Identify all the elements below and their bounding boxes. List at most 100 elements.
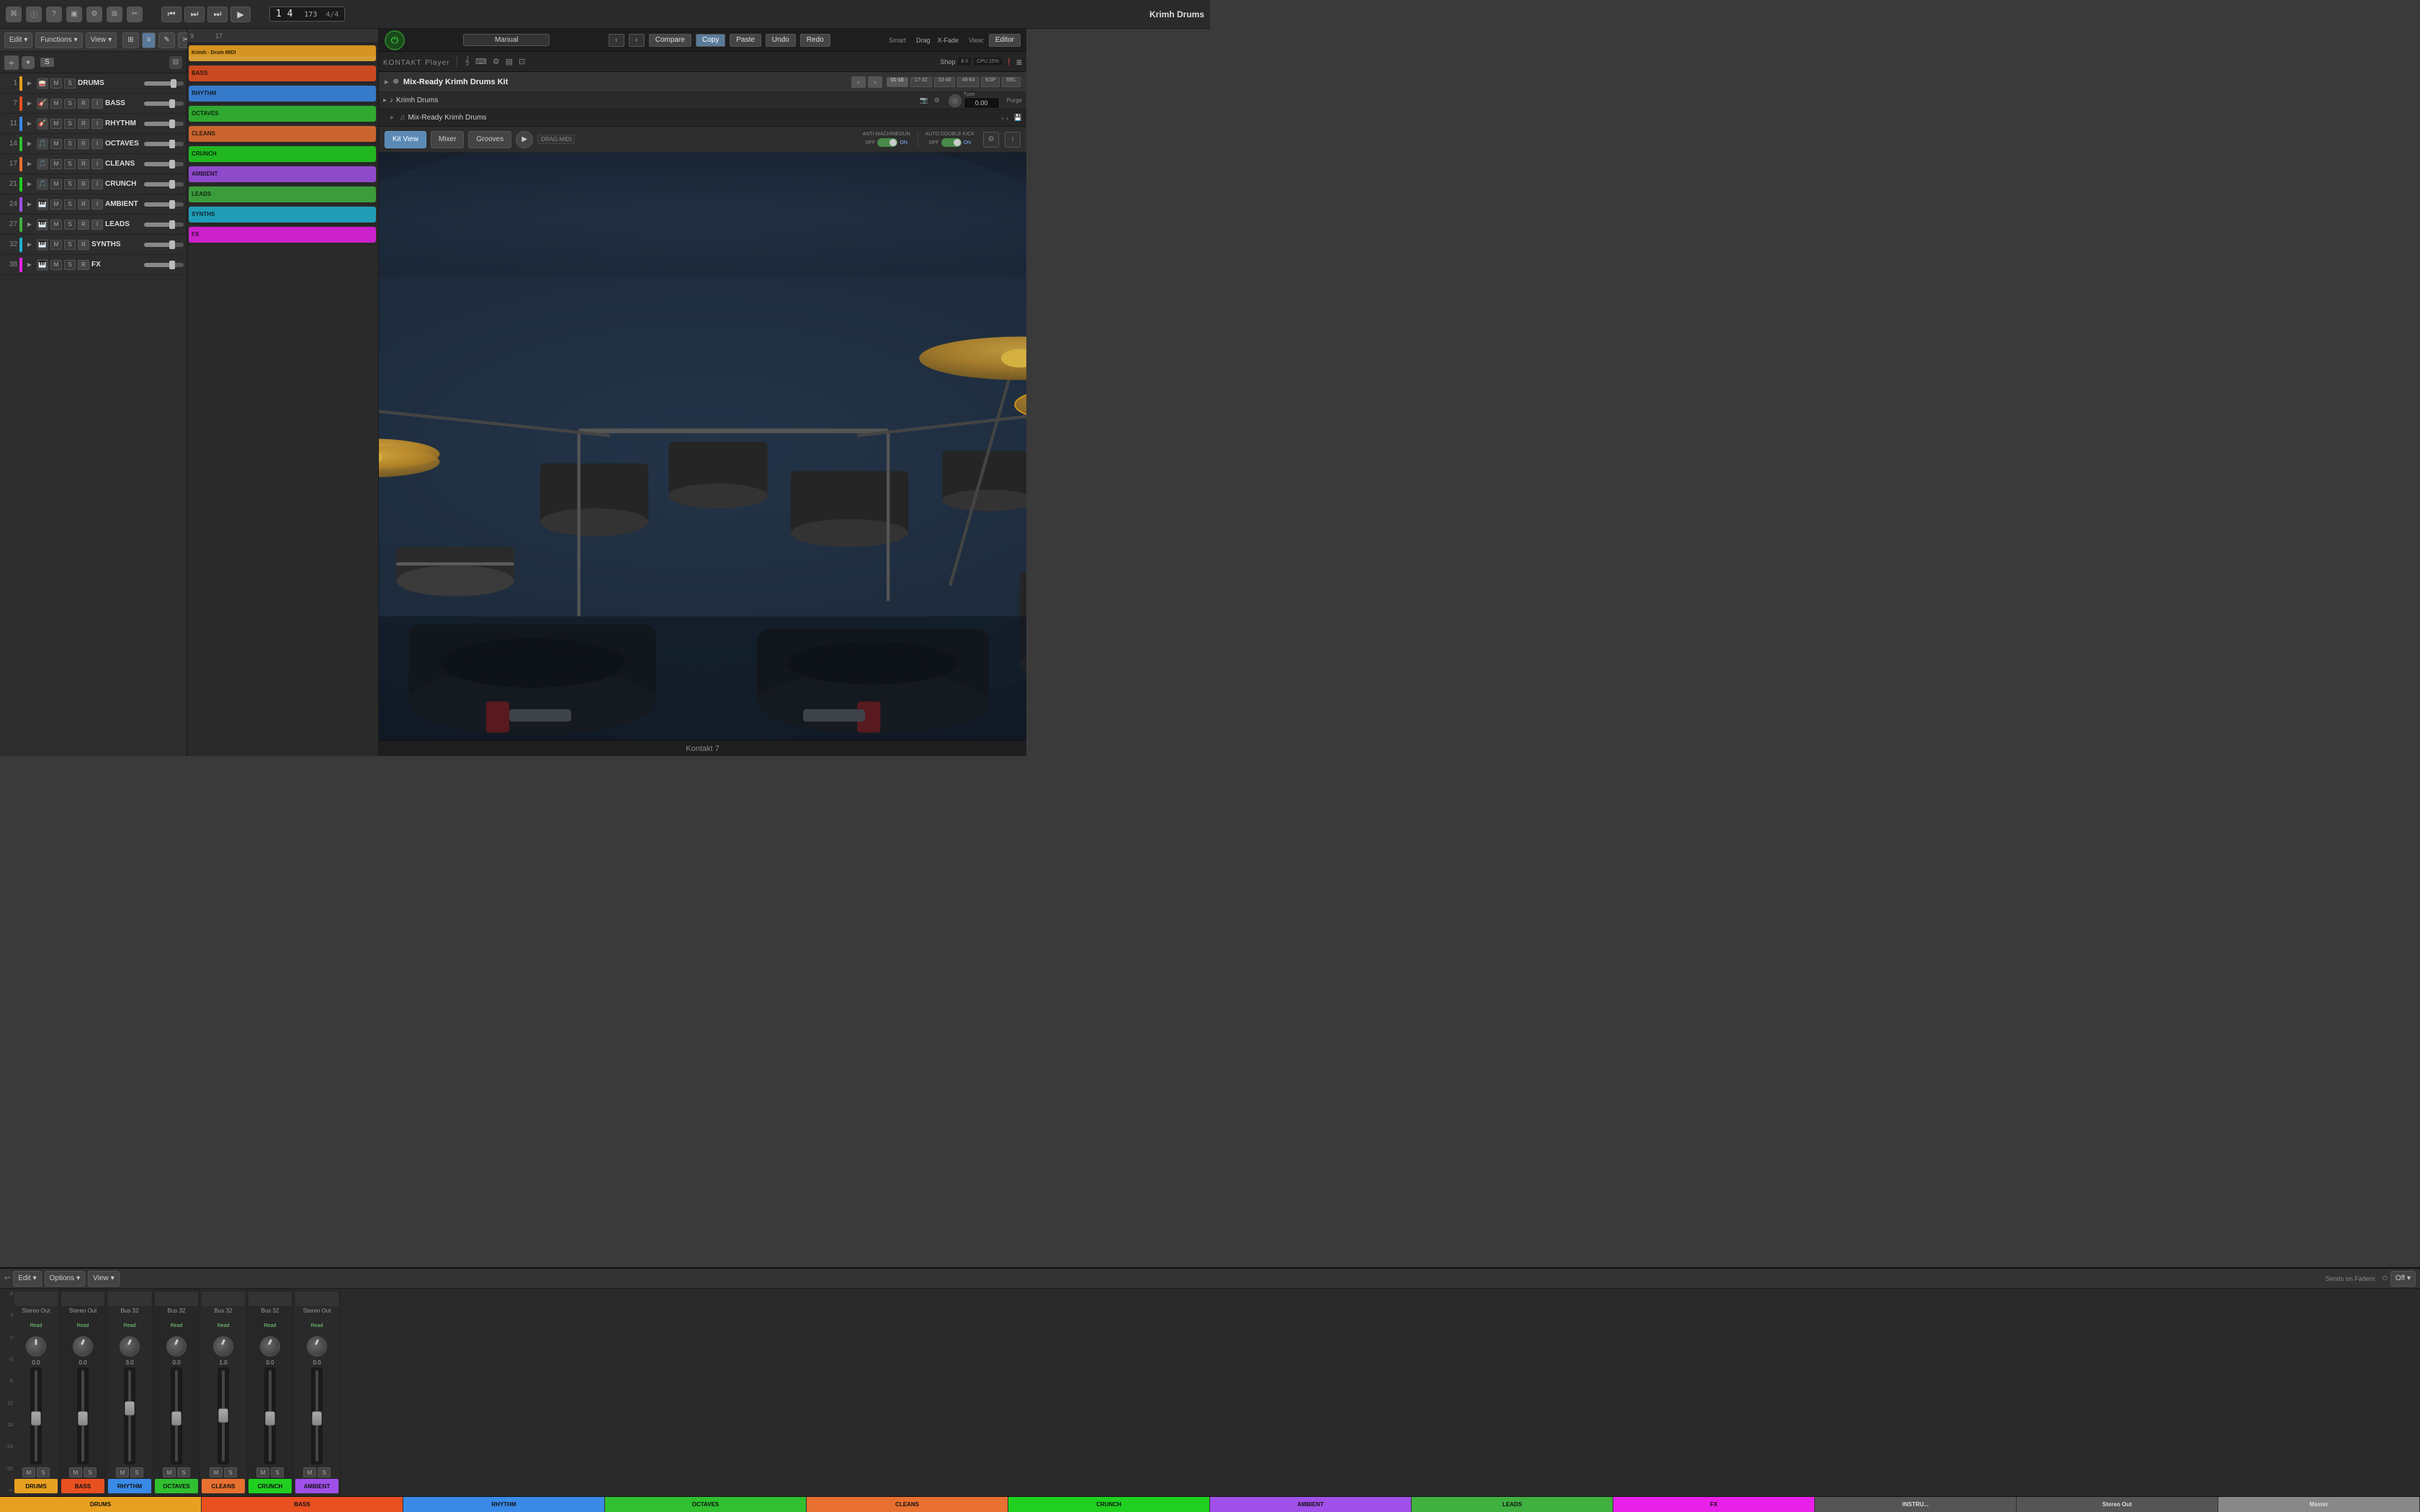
power-button[interactable]: ⏻ (385, 30, 405, 50)
bottom-label[interactable]: AMBIENT (1210, 1497, 1412, 1512)
track-fader[interactable] (144, 243, 184, 247)
edit-menu[interactable]: Edit ▾ (4, 32, 32, 48)
sub-save-btn[interactable]: 💾 (1014, 114, 1022, 122)
channel-fader[interactable] (77, 1367, 89, 1464)
channel-pan-knob[interactable] (120, 1336, 140, 1356)
track-row[interactable]: 27 ▶ 🎹 M S R I LEADS (0, 215, 187, 235)
channel-pan-knob[interactable] (26, 1336, 46, 1356)
track-input-btn[interactable]: I (91, 139, 103, 149)
sub-prev-btn[interactable]: ‹ (1002, 114, 1004, 122)
sends-power-btn[interactable]: ⏻ (2383, 1274, 2388, 1282)
channel-pan-knob[interactable] (213, 1336, 233, 1356)
channel-s-btn[interactable]: S (318, 1467, 331, 1477)
track-record-btn[interactable]: R (78, 260, 89, 270)
mixer-edit-menu[interactable]: Edit ▾ (13, 1271, 41, 1287)
track-solo-btn[interactable]: S (64, 99, 76, 109)
track-mute-btn[interactable]: M (50, 99, 62, 109)
channel-pan-knob[interactable] (307, 1336, 327, 1356)
nav-back-button[interactable]: ‹ (609, 34, 624, 47)
track-fader[interactable] (144, 222, 184, 227)
tune-knob[interactable] (949, 94, 962, 107)
track-solo-btn[interactable]: S (64, 159, 76, 169)
clip[interactable]: CRUNCH (189, 146, 376, 162)
auto-double-kick-toggle[interactable] (941, 138, 962, 147)
record-icon[interactable]: ● (22, 56, 35, 69)
channel-m-btn[interactable]: M (256, 1467, 269, 1477)
range-tab-rel[interactable]: REL (1002, 77, 1021, 87)
anti-machinegun-toggle[interactable] (877, 138, 897, 147)
track-fader[interactable] (144, 81, 184, 86)
track-fader[interactable] (144, 102, 184, 106)
menu-icon[interactable]: ≡ (1016, 56, 1022, 68)
track-row[interactable]: 38 ▶ 🎹 M S R FX (0, 255, 187, 275)
channel-fader[interactable] (30, 1367, 42, 1464)
track-mute-btn[interactable]: M (50, 220, 62, 230)
copy-button[interactable]: Copy (696, 34, 725, 47)
grooves-button[interactable]: Grooves (468, 131, 511, 148)
channel-m-btn[interactable]: M (303, 1467, 316, 1477)
clip[interactable]: RHYTHM (189, 86, 376, 102)
help-icon[interactable]: ? (46, 6, 62, 22)
track-expand-btn[interactable]: ▶ (24, 159, 35, 169)
bottom-label[interactable]: Stereo Out (2017, 1497, 2218, 1512)
channel-m-btn[interactable]: M (116, 1467, 129, 1477)
track-solo-btn[interactable]: S (64, 220, 76, 230)
track-record-btn[interactable]: R (78, 199, 89, 210)
mode-selector[interactable]: Manual (463, 34, 550, 46)
range-tab-ksp[interactable]: KSP (981, 77, 1000, 87)
track-record-btn[interactable]: R (78, 240, 89, 250)
track-fader[interactable] (144, 122, 184, 126)
track-expand-btn[interactable]: ▶ (24, 119, 35, 129)
rewind-button[interactable]: ⏮ (161, 6, 182, 22)
list-view-btn[interactable]: ≡ (142, 32, 156, 48)
channel-pan-knob[interactable] (260, 1336, 280, 1356)
track-expand-btn[interactable]: ▶ (24, 199, 35, 210)
settings-icon[interactable]: ⚙ (86, 6, 102, 22)
channel-m-btn[interactable]: M (210, 1467, 223, 1477)
kit-view-button[interactable]: Kit View (385, 131, 426, 148)
mixer-view-menu[interactable]: View ▾ (88, 1271, 120, 1287)
bottom-label[interactable]: CLEANS (807, 1497, 1008, 1512)
settings-btn2[interactable]: ⚙ (934, 96, 940, 104)
channel-auto[interactable]: Read (264, 1323, 277, 1333)
apple-icon[interactable]: ⌘ (6, 6, 22, 22)
track-expand-btn[interactable]: ▶ (24, 260, 35, 270)
channel-s-btn[interactable]: S (271, 1467, 284, 1477)
channel-fader[interactable] (171, 1367, 182, 1464)
range-tab-01-16[interactable]: 01-16 (887, 77, 908, 87)
solo-mode[interactable]: S (40, 58, 54, 67)
track-row[interactable]: 1 ▶ 🥁 M S DRUMS (0, 73, 187, 94)
channel-pan-knob[interactable] (166, 1336, 187, 1356)
track-row[interactable]: 11 ▶ 🎸 M S R I RHYTHM (0, 114, 187, 134)
track-solo-btn[interactable]: S (64, 78, 76, 89)
track-fader[interactable] (144, 202, 184, 207)
clip[interactable]: Krimh - Drum MIDI (189, 45, 376, 61)
camera-icon[interactable]: 📷 (920, 96, 928, 104)
track-solo-btn[interactable]: S (64, 240, 76, 250)
track-expand-btn[interactable]: ▶ (24, 139, 35, 149)
functions-menu[interactable]: Functions ▾ (35, 32, 82, 48)
channel-s-btn[interactable]: S (84, 1467, 97, 1477)
channel-pan-knob[interactable] (73, 1336, 93, 1356)
track-fader[interactable] (144, 142, 184, 146)
bottom-label[interactable]: FX (1613, 1497, 1815, 1512)
range-tab-49-64[interactable]: 49-64 (957, 77, 979, 87)
go-back-icon[interactable]: ↩ (4, 1274, 10, 1282)
channel-s-btn[interactable]: S (130, 1467, 143, 1477)
channel-m-btn[interactable]: M (22, 1467, 35, 1477)
channel-auto[interactable]: Read (218, 1323, 230, 1333)
sends-off-selector[interactable]: Off ▾ (2390, 1271, 2416, 1287)
range-tab-33-48[interactable]: 33-48 (934, 77, 956, 87)
fold-icon[interactable]: ⊟ (169, 56, 182, 69)
redo-button[interactable]: Redo (800, 34, 830, 47)
purge-button[interactable]: Purge (1007, 97, 1022, 104)
track-row[interactable]: 32 ▶ 🎹 M S R SYNTHS (0, 235, 187, 255)
track-solo-btn[interactable]: S (64, 199, 76, 210)
channel-auto[interactable]: Read (77, 1323, 89, 1333)
channel-auto[interactable]: Read (311, 1323, 323, 1333)
clip[interactable]: AMBIENT (189, 166, 376, 182)
settings-btn3[interactable]: ⚙ (983, 132, 999, 148)
mixer-button[interactable]: Mixer (431, 131, 464, 148)
track-record-btn[interactable]: R (78, 220, 89, 230)
channel-auto[interactable]: Read (30, 1323, 42, 1333)
